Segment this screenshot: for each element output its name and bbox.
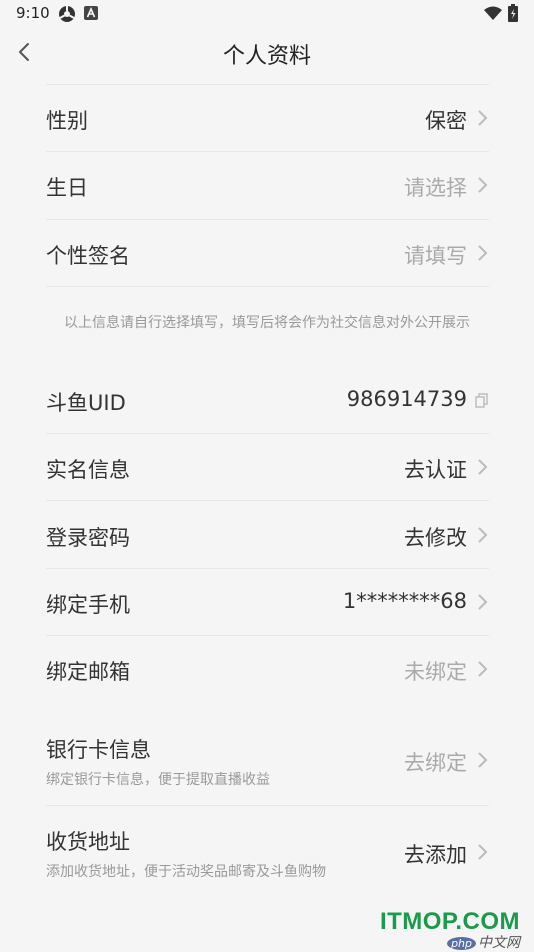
row-sublabel: 添加收货地址，便于活动奖品邮寄及斗鱼购物 [46, 864, 326, 880]
row-value: 保密 [425, 109, 467, 133]
row-bank-card[interactable]: 银行卡信息 绑定银行卡信息，便于提取直播收益 去绑定 [46, 718, 489, 804]
privacy-note: 以上信息请自行选择填写，填写后将会作为社交信息对外公开展示 [64, 315, 470, 331]
row-label: 生日 [46, 176, 88, 200]
chevron-right-icon [478, 661, 488, 677]
chevron-right-icon [478, 459, 488, 475]
row-phone[interactable]: 绑定手机 1********68 [46, 569, 489, 635]
chevron-right-icon [478, 752, 488, 768]
row-label: 个性签名 [46, 244, 130, 268]
row-value: 去绑定 [404, 751, 467, 775]
chevron-right-icon [478, 594, 488, 610]
row-signature[interactable]: 个性签名 请填写 [46, 220, 489, 286]
row-label: 收货地址 [46, 830, 130, 854]
row-value: 去认证 [404, 458, 467, 482]
row-uid: 斗鱼UID 986914739 [46, 366, 489, 433]
row-label: 绑定手机 [46, 593, 130, 617]
status-bar: 9:10 [0, 0, 534, 28]
chevron-right-icon [478, 245, 488, 261]
row-shipping-address[interactable]: 收货地址 添加收货地址，便于活动奖品邮寄及斗鱼购物 去添加 [46, 806, 489, 892]
watermark-badge: php 中文网 [447, 932, 520, 952]
row-email[interactable]: 绑定邮箱 未绑定 [46, 636, 489, 703]
row-label: 登录密码 [46, 526, 130, 550]
row-label: 银行卡信息 [46, 738, 151, 762]
copy-icon[interactable] [475, 393, 489, 409]
watermark-cn: 中文网 [478, 935, 520, 951]
uid-value: 986914739 [346, 387, 467, 411]
chevron-right-icon [478, 110, 488, 126]
row-value: 请填写 [404, 244, 467, 268]
nav-bar: 个人资料 [0, 28, 534, 76]
divider [46, 286, 489, 287]
row-real-name[interactable]: 实名信息 去认证 [46, 434, 489, 500]
row-label: 性别 [46, 109, 88, 133]
watermark: ITMOP.COM php 中文网 [380, 908, 520, 951]
row-value: 去添加 [404, 843, 467, 867]
row-value: 去修改 [404, 526, 467, 550]
notification-status-icon [84, 6, 98, 20]
row-label: 绑定邮箱 [46, 660, 130, 684]
row-password[interactable]: 登录密码 去修改 [46, 501, 489, 568]
row-label: 实名信息 [46, 458, 130, 482]
battery-icon [508, 4, 518, 22]
chevron-right-icon [478, 177, 488, 193]
phone-value: 1********68 [342, 589, 467, 613]
wifi-icon [484, 6, 502, 20]
page-title: 个人资料 [222, 44, 311, 69]
row-label: 斗鱼UID [46, 391, 126, 415]
row-value: 请选择 [404, 176, 467, 200]
chevron-right-icon [478, 844, 488, 860]
settings-status-icon [59, 6, 75, 22]
row-sublabel: 绑定银行卡信息，便于提取直播收益 [46, 772, 270, 788]
row-birthday[interactable]: 生日 请选择 [46, 152, 489, 219]
row-gender[interactable]: 性别 保密 [46, 85, 489, 151]
status-time: 9:10 [16, 4, 50, 22]
chevron-right-icon [478, 527, 488, 543]
row-value: 未绑定 [404, 660, 467, 684]
watermark-php: php [447, 937, 476, 950]
